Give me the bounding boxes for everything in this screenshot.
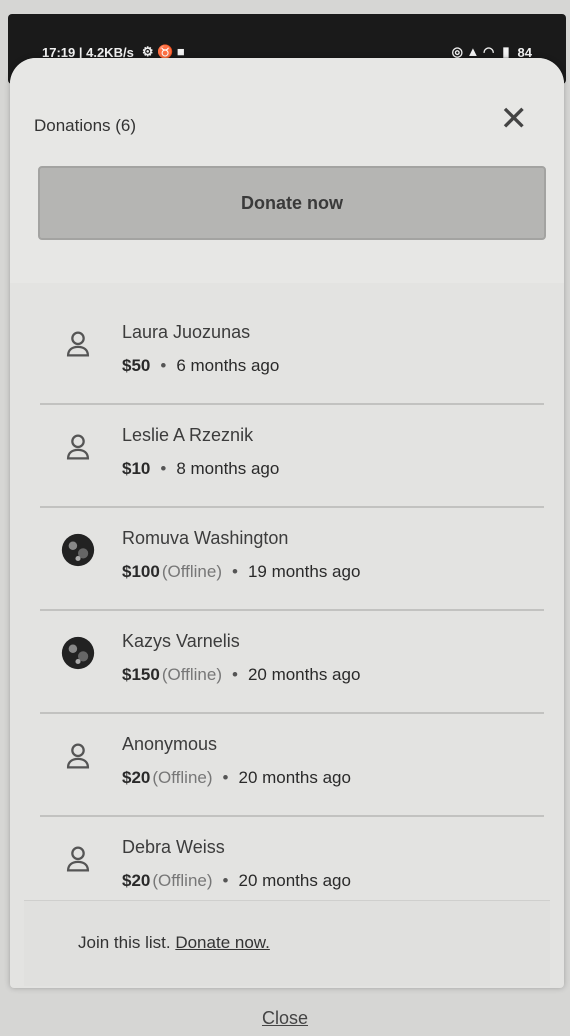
close-link[interactable]: Close bbox=[0, 1008, 570, 1029]
avatar bbox=[54, 629, 102, 677]
donation-time: 8 months ago bbox=[176, 459, 280, 478]
person-icon bbox=[54, 423, 102, 471]
offline-badge: (Offline) bbox=[161, 665, 222, 684]
separator-dot: • bbox=[160, 356, 167, 375]
offline-badge: (Offline) bbox=[161, 562, 222, 581]
donation-meta: $10 • 8 months ago bbox=[122, 459, 279, 479]
donation-meta: $150 (Offline) • 20 months ago bbox=[122, 665, 360, 685]
separator-dot: • bbox=[231, 562, 238, 581]
donation-time: 20 months ago bbox=[238, 768, 351, 787]
donation-amount: $150 bbox=[122, 665, 160, 684]
separator-dot: • bbox=[231, 665, 238, 684]
donor-name: Kazys Varnelis bbox=[122, 631, 240, 651]
donation-time: 20 months ago bbox=[238, 871, 351, 890]
list-item: Leslie A Rzeznik $10 • 8 months ago bbox=[40, 405, 544, 508]
person-icon bbox=[54, 732, 102, 780]
person-icon bbox=[54, 835, 102, 883]
donation-amount: $20 bbox=[122, 871, 151, 890]
list-item: Laura Juozunas $50 • 6 months ago bbox=[40, 302, 544, 405]
donation-time: 19 months ago bbox=[247, 562, 361, 581]
close-icon[interactable]: ✕ bbox=[500, 102, 529, 136]
donation-meta: $20 (Offline) • 20 months ago bbox=[122, 768, 351, 788]
avatar bbox=[54, 526, 102, 574]
donation-meta: $20 (Offline) • 20 months ago bbox=[122, 871, 351, 891]
sheet-header: Donations (6) ✕ Donate now bbox=[10, 58, 564, 283]
donation-list: Laura Juozunas $50 • 6 months ago Leslie A R… bbox=[40, 302, 544, 920]
separator-dot: • bbox=[222, 871, 229, 890]
donation-meta: $50 • 6 months ago bbox=[122, 356, 279, 376]
donor-name: Debra Weiss bbox=[122, 837, 225, 857]
donate-now-button[interactable]: Donate now bbox=[38, 166, 546, 240]
donor-name: Laura Juozunas bbox=[122, 322, 251, 342]
footer-donate-link[interactable]: Donate now. bbox=[175, 933, 270, 952]
list-item: Anonymous $20 (Offline) • 20 months ago bbox=[40, 714, 544, 817]
list-item: Romuva Washington $100 (Offline) • 19 months… bbox=[40, 508, 544, 611]
offline-badge: (Offline) bbox=[152, 871, 213, 890]
donation-amount: $20 bbox=[122, 768, 151, 787]
donation-time: 20 months ago bbox=[247, 665, 361, 684]
donation-meta: $100 (Offline) • 19 months ago bbox=[122, 562, 360, 582]
donation-amount: $100 bbox=[122, 562, 160, 581]
donor-name: Romuva Washington bbox=[122, 528, 289, 548]
modal-title: Donations (6) bbox=[34, 116, 137, 135]
list-item: Kazys Varnelis $150 (Offline) • 20 months ag… bbox=[40, 611, 544, 714]
donations-sheet: Donations (6) ✕ Donate now Laura Juozuna… bbox=[10, 58, 564, 988]
donation-amount: $10 bbox=[122, 459, 151, 478]
separator-dot: • bbox=[222, 768, 229, 787]
separator-dot: • bbox=[160, 459, 167, 478]
donation-amount: $50 bbox=[122, 356, 151, 375]
donor-name: Anonymous bbox=[122, 734, 218, 754]
donation-time: 6 months ago bbox=[176, 356, 280, 375]
offline-badge: (Offline) bbox=[152, 768, 213, 787]
join-text: Join this list. bbox=[78, 933, 171, 952]
donor-name: Leslie A Rzeznik bbox=[122, 425, 254, 445]
join-list-footer: Join this list. Donate now. bbox=[24, 900, 550, 986]
person-icon bbox=[54, 320, 102, 368]
